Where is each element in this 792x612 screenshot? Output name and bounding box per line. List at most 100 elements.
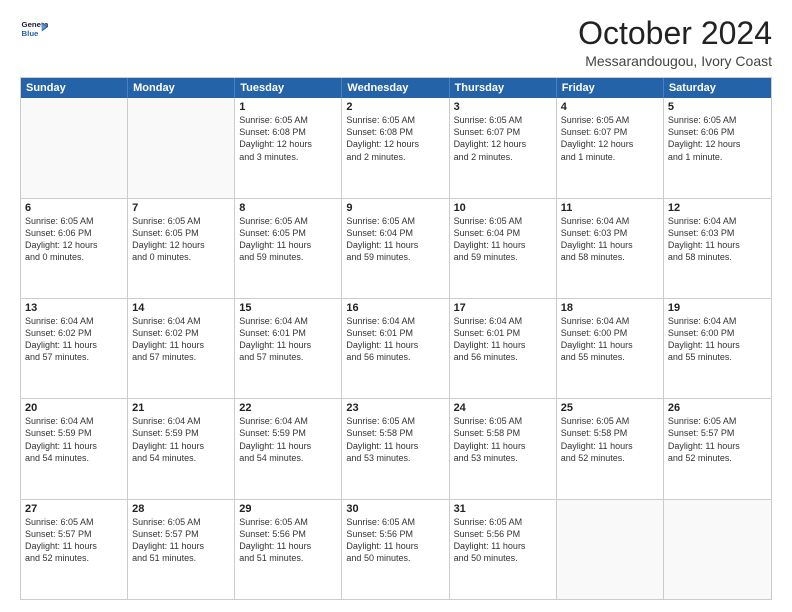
- calendar-cell: 12Sunrise: 6:04 AMSunset: 6:03 PMDayligh…: [664, 199, 771, 298]
- day-number: 6: [25, 202, 123, 214]
- cell-line: Sunset: 6:06 PM: [25, 227, 123, 239]
- cell-line: Sunset: 5:58 PM: [454, 427, 552, 439]
- calendar-cell: 25Sunrise: 6:05 AMSunset: 5:58 PMDayligh…: [557, 399, 664, 498]
- day-number: 25: [561, 402, 659, 414]
- cell-line: Sunrise: 6:05 AM: [561, 415, 659, 427]
- cell-line: Daylight: 11 hours: [668, 239, 767, 251]
- cell-line: and 55 minutes.: [561, 351, 659, 363]
- calendar-row-3: 20Sunrise: 6:04 AMSunset: 5:59 PMDayligh…: [21, 398, 771, 498]
- cell-line: and 54 minutes.: [239, 452, 337, 464]
- calendar-cell: 20Sunrise: 6:04 AMSunset: 5:59 PMDayligh…: [21, 399, 128, 498]
- calendar-cell: [128, 98, 235, 197]
- cell-line: and 1 minute.: [668, 151, 767, 163]
- header-day-monday: Monday: [128, 78, 235, 98]
- calendar-cell: 27Sunrise: 6:05 AMSunset: 5:57 PMDayligh…: [21, 500, 128, 599]
- cell-line: Daylight: 11 hours: [561, 440, 659, 452]
- cell-line: Daylight: 11 hours: [239, 239, 337, 251]
- calendar-cell: [21, 98, 128, 197]
- cell-line: Sunset: 6:04 PM: [346, 227, 444, 239]
- calendar-row-0: 1Sunrise: 6:05 AMSunset: 6:08 PMDaylight…: [21, 98, 771, 197]
- cell-line: Sunset: 6:00 PM: [561, 327, 659, 339]
- svg-text:Blue: Blue: [22, 29, 40, 38]
- cell-line: Sunset: 6:08 PM: [346, 126, 444, 138]
- cell-line: Sunset: 6:07 PM: [454, 126, 552, 138]
- cell-line: Sunrise: 6:05 AM: [454, 215, 552, 227]
- day-number: 13: [25, 302, 123, 314]
- cell-line: Sunset: 5:56 PM: [454, 528, 552, 540]
- cell-line: Daylight: 11 hours: [668, 440, 767, 452]
- cell-line: and 53 minutes.: [346, 452, 444, 464]
- cell-line: Daylight: 11 hours: [132, 339, 230, 351]
- calendar-cell: 4Sunrise: 6:05 AMSunset: 6:07 PMDaylight…: [557, 98, 664, 197]
- cell-line: Daylight: 11 hours: [346, 339, 444, 351]
- cell-line: Daylight: 11 hours: [239, 440, 337, 452]
- day-number: 11: [561, 202, 659, 214]
- header-day-sunday: Sunday: [21, 78, 128, 98]
- cell-line: Sunset: 5:59 PM: [132, 427, 230, 439]
- day-number: 5: [668, 101, 767, 113]
- calendar-header: SundayMondayTuesdayWednesdayThursdayFrid…: [21, 78, 771, 98]
- calendar-cell: 16Sunrise: 6:04 AMSunset: 6:01 PMDayligh…: [342, 299, 449, 398]
- calendar-cell: 28Sunrise: 6:05 AMSunset: 5:57 PMDayligh…: [128, 500, 235, 599]
- day-number: 3: [454, 101, 552, 113]
- cell-line: Daylight: 12 hours: [668, 138, 767, 150]
- day-number: 23: [346, 402, 444, 414]
- day-number: 22: [239, 402, 337, 414]
- cell-line: and 53 minutes.: [454, 452, 552, 464]
- cell-line: Daylight: 11 hours: [346, 239, 444, 251]
- calendar-cell: 1Sunrise: 6:05 AMSunset: 6:08 PMDaylight…: [235, 98, 342, 197]
- day-number: 31: [454, 503, 552, 515]
- cell-line: and 51 minutes.: [239, 552, 337, 564]
- cell-line: Sunset: 5:56 PM: [239, 528, 337, 540]
- calendar-cell: 29Sunrise: 6:05 AMSunset: 5:56 PMDayligh…: [235, 500, 342, 599]
- cell-line: and 57 minutes.: [239, 351, 337, 363]
- cell-line: and 51 minutes.: [132, 552, 230, 564]
- cell-line: Daylight: 11 hours: [454, 339, 552, 351]
- calendar-cell: 10Sunrise: 6:05 AMSunset: 6:04 PMDayligh…: [450, 199, 557, 298]
- calendar-cell: 15Sunrise: 6:04 AMSunset: 6:01 PMDayligh…: [235, 299, 342, 398]
- header-day-saturday: Saturday: [664, 78, 771, 98]
- calendar-cell: 30Sunrise: 6:05 AMSunset: 5:56 PMDayligh…: [342, 500, 449, 599]
- cell-line: and 58 minutes.: [561, 251, 659, 263]
- cell-line: Sunset: 6:07 PM: [561, 126, 659, 138]
- cell-line: Sunset: 6:05 PM: [239, 227, 337, 239]
- day-number: 15: [239, 302, 337, 314]
- cell-line: Sunrise: 6:05 AM: [346, 215, 444, 227]
- cell-line: Daylight: 11 hours: [25, 540, 123, 552]
- day-number: 20: [25, 402, 123, 414]
- day-number: 30: [346, 503, 444, 515]
- calendar-cell: 21Sunrise: 6:04 AMSunset: 5:59 PMDayligh…: [128, 399, 235, 498]
- calendar-cell: 26Sunrise: 6:05 AMSunset: 5:57 PMDayligh…: [664, 399, 771, 498]
- calendar-cell: [664, 500, 771, 599]
- cell-line: Sunrise: 6:04 AM: [25, 315, 123, 327]
- cell-line: Sunset: 6:05 PM: [132, 227, 230, 239]
- calendar-body: 1Sunrise: 6:05 AMSunset: 6:08 PMDaylight…: [21, 98, 771, 599]
- cell-line: and 54 minutes.: [132, 452, 230, 464]
- cell-line: Sunset: 6:03 PM: [668, 227, 767, 239]
- cell-line: Daylight: 11 hours: [239, 339, 337, 351]
- cell-line: Daylight: 12 hours: [239, 138, 337, 150]
- cell-line: Sunset: 6:01 PM: [239, 327, 337, 339]
- cell-line: Sunrise: 6:04 AM: [132, 315, 230, 327]
- header-day-tuesday: Tuesday: [235, 78, 342, 98]
- cell-line: Sunset: 6:04 PM: [454, 227, 552, 239]
- cell-line: Daylight: 11 hours: [239, 540, 337, 552]
- cell-line: Daylight: 11 hours: [454, 239, 552, 251]
- calendar-row-2: 13Sunrise: 6:04 AMSunset: 6:02 PMDayligh…: [21, 298, 771, 398]
- cell-line: Daylight: 11 hours: [561, 339, 659, 351]
- cell-line: Daylight: 11 hours: [454, 540, 552, 552]
- calendar-cell: 5Sunrise: 6:05 AMSunset: 6:06 PMDaylight…: [664, 98, 771, 197]
- calendar-cell: 19Sunrise: 6:04 AMSunset: 6:00 PMDayligh…: [664, 299, 771, 398]
- cell-line: and 0 minutes.: [25, 251, 123, 263]
- day-number: 18: [561, 302, 659, 314]
- title-block: October 2024 Messarandougou, Ivory Coast: [578, 16, 772, 69]
- cell-line: and 52 minutes.: [668, 452, 767, 464]
- calendar-row-4: 27Sunrise: 6:05 AMSunset: 5:57 PMDayligh…: [21, 499, 771, 599]
- cell-line: Sunrise: 6:05 AM: [561, 114, 659, 126]
- header-day-wednesday: Wednesday: [342, 78, 449, 98]
- cell-line: Sunrise: 6:05 AM: [132, 516, 230, 528]
- cell-line: Sunset: 5:57 PM: [668, 427, 767, 439]
- calendar-cell: 31Sunrise: 6:05 AMSunset: 5:56 PMDayligh…: [450, 500, 557, 599]
- cell-line: and 50 minutes.: [454, 552, 552, 564]
- calendar-cell: 24Sunrise: 6:05 AMSunset: 5:58 PMDayligh…: [450, 399, 557, 498]
